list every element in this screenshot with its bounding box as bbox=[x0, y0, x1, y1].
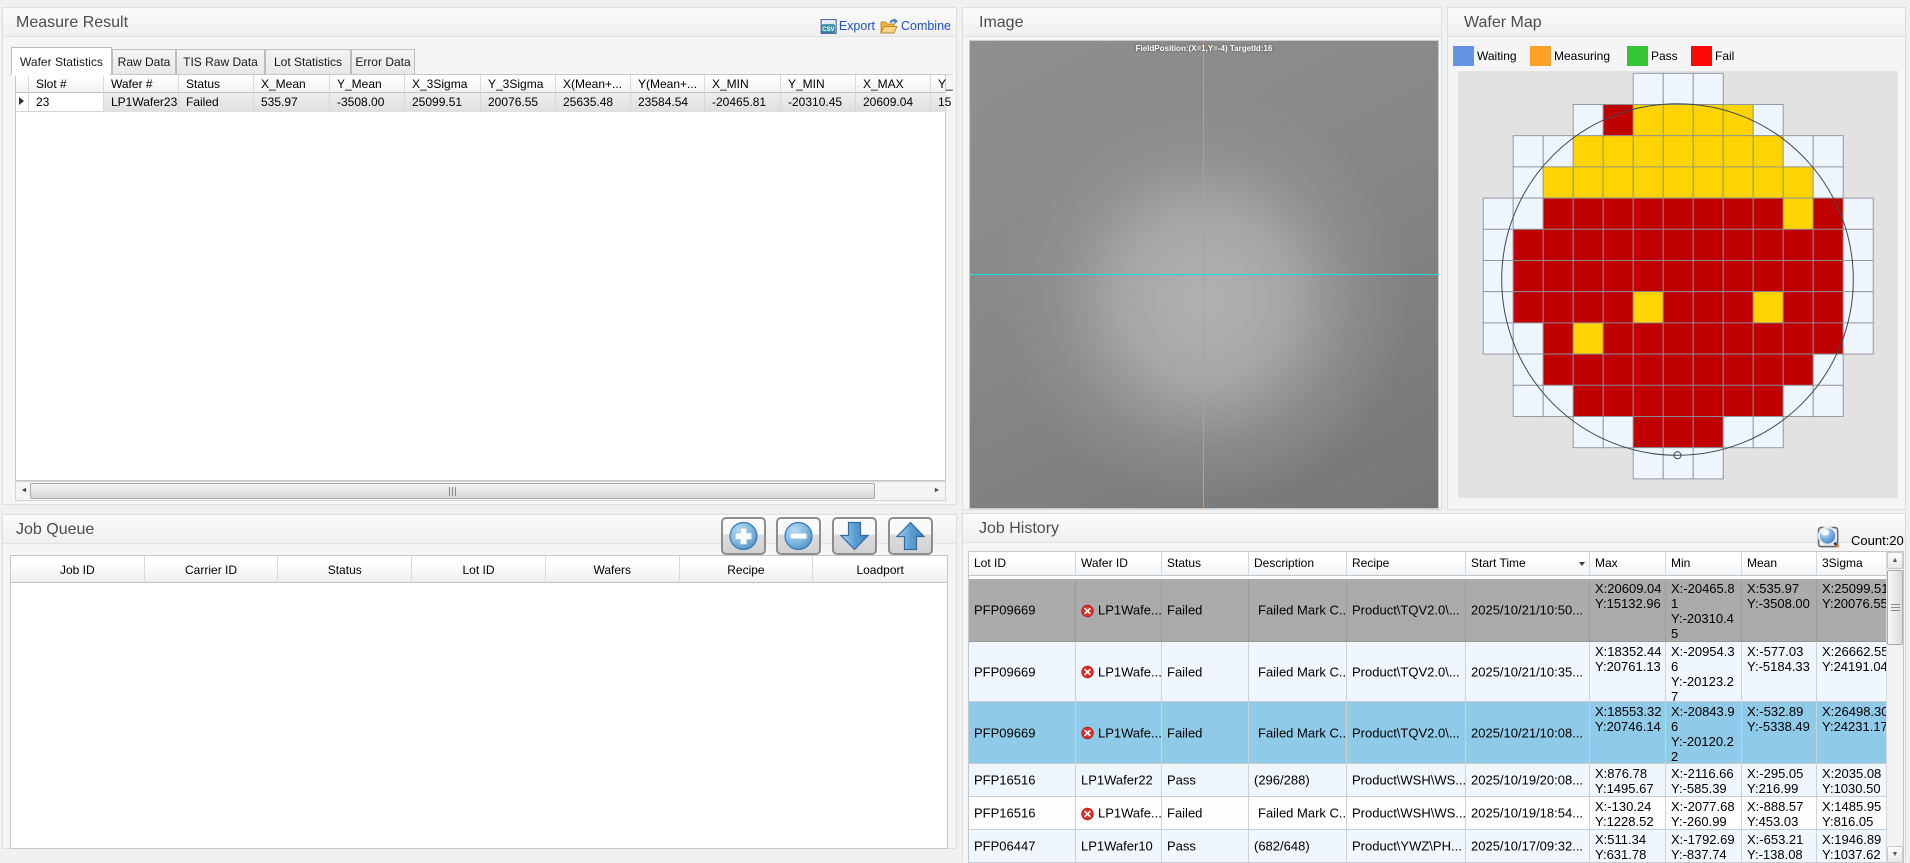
svg-text:CSV: CSV bbox=[822, 26, 834, 32]
